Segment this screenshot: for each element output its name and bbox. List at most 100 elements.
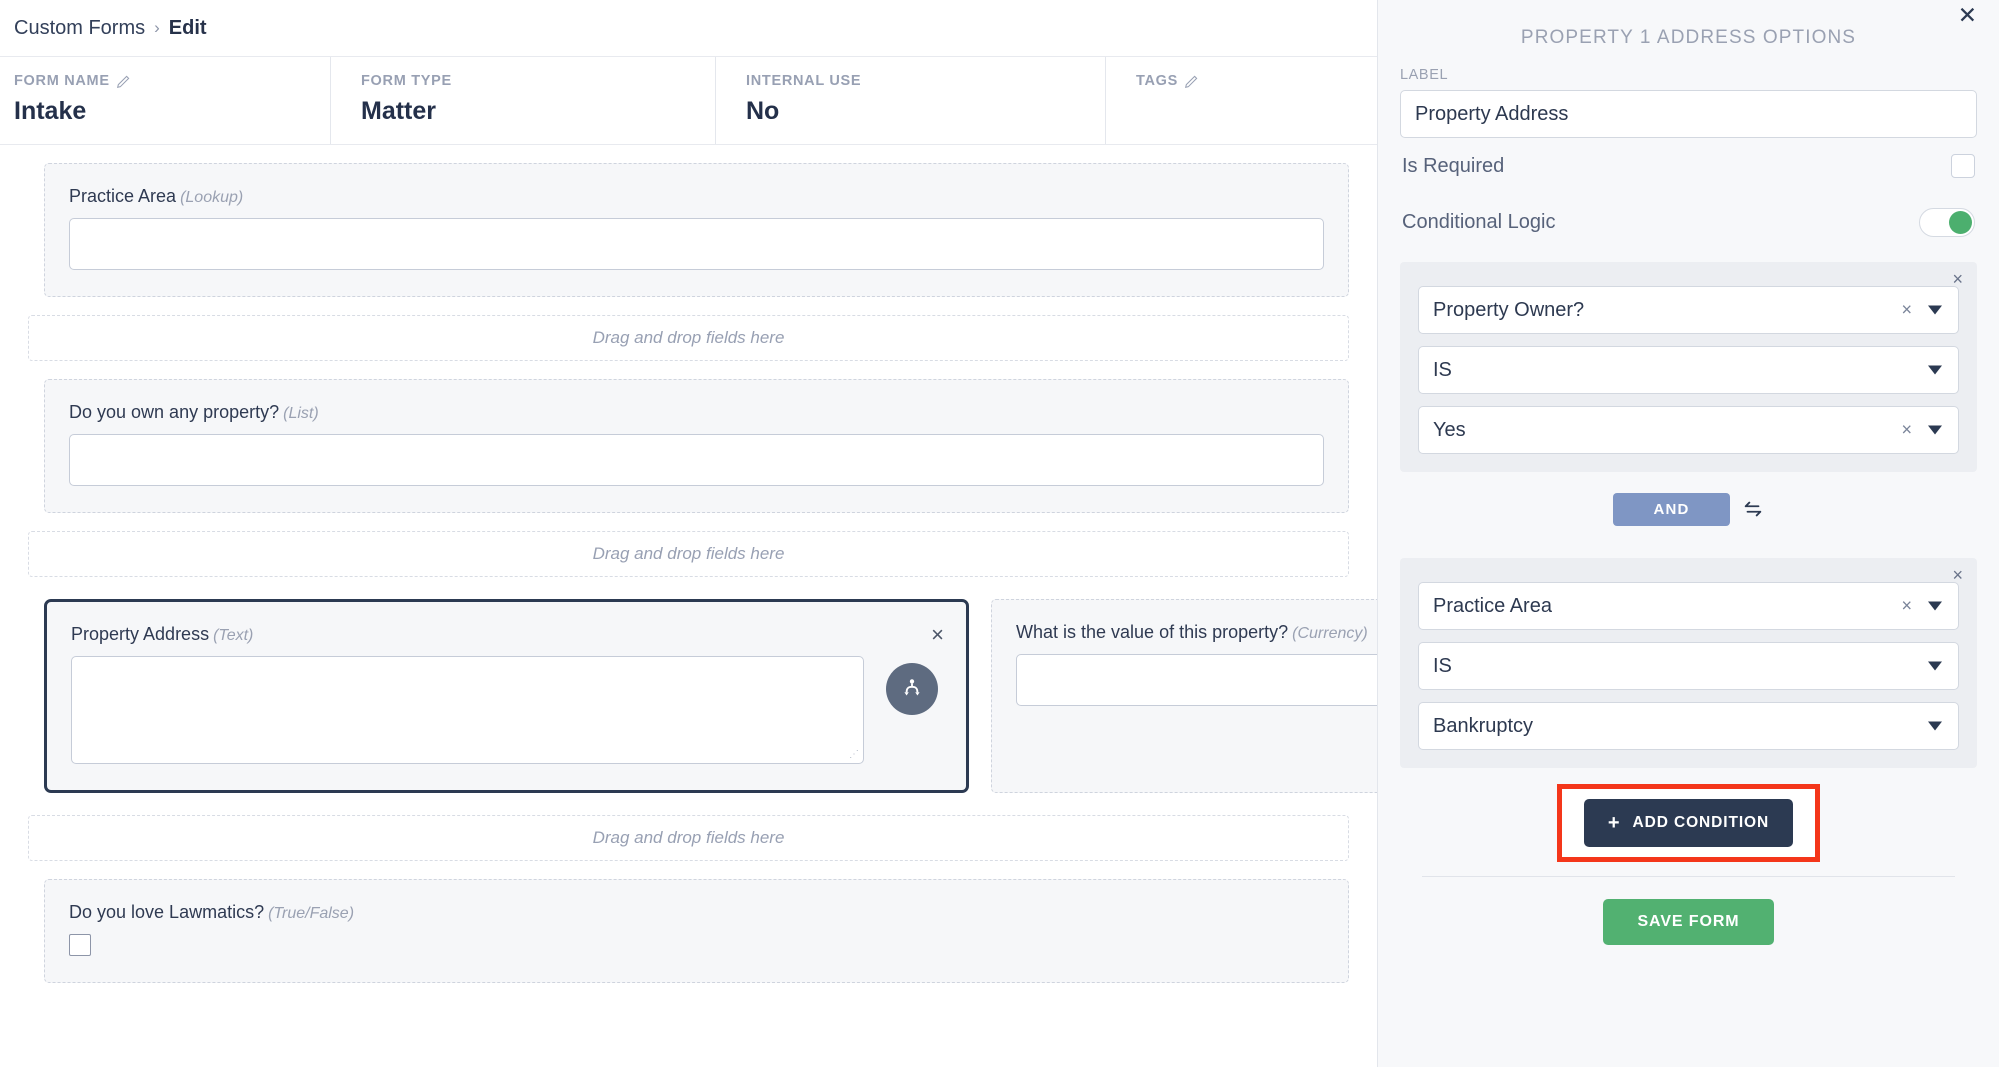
- conditional-logic-branch-icon[interactable]: [886, 663, 938, 715]
- save-form-button[interactable]: SAVE FORM: [1603, 899, 1774, 945]
- meta-form-name-value: Intake: [14, 97, 87, 125]
- condition-field-value: Practice Area: [1433, 594, 1552, 617]
- clear-icon[interactable]: ×: [1901, 300, 1912, 321]
- resize-handle[interactable]: ⋰: [849, 750, 859, 760]
- add-condition-button[interactable]: + ADD CONDITION: [1583, 799, 1794, 847]
- add-condition-highlight: + ADD CONDITION: [1556, 784, 1821, 862]
- breadcrumb-root-link[interactable]: Custom Forms: [14, 17, 145, 40]
- option-conditional-logic: Conditional Logic: [1400, 194, 1977, 250]
- add-condition-wrap: + ADD CONDITION: [1400, 784, 1977, 862]
- custom-form-editor: Custom Forms › Edit FORM NAME Intake FOR…: [0, 0, 1999, 1067]
- panel-footer: SAVE FORM: [1422, 876, 1955, 945]
- toggle-knob: [1949, 210, 1972, 234]
- love-lawmatics-checkbox[interactable]: [69, 934, 91, 956]
- condition-value-value: Yes: [1433, 418, 1466, 441]
- field-label-text: Practice Area: [69, 186, 177, 206]
- field-type-text: (True/False): [268, 905, 355, 922]
- condition-conjunction: AND: [1400, 472, 1977, 546]
- clear-icon[interactable]: ×: [1901, 420, 1912, 441]
- chevron-down-icon[interactable]: [1928, 425, 1942, 435]
- meta-form-name: FORM NAME Intake: [0, 57, 330, 144]
- form-field-practice-area[interactable]: Practice Area (Lookup): [44, 163, 1349, 297]
- dropzone-text: Drag and drop fields here: [592, 828, 785, 847]
- label-caption: LABEL: [1400, 67, 1449, 83]
- chevron-down-icon[interactable]: [1928, 661, 1942, 671]
- meta-internal-use: INTERNAL USE No: [715, 57, 1105, 144]
- field-label: Practice Area (Lookup): [69, 186, 1324, 207]
- form-canvas: Practice Area (Lookup) Drag and drop fiel…: [0, 163, 1617, 983]
- meta-form-name-label-text: FORM NAME: [14, 73, 110, 89]
- close-icon[interactable]: ✕: [1958, 4, 1977, 27]
- option-label: Is Required: [1402, 154, 1505, 177]
- panel-title: PROPERTY 1 ADDRESS OPTIONS: [1520, 27, 1857, 48]
- dropzone-text: Drag and drop fields here: [592, 544, 785, 563]
- form-builder-main: Custom Forms › Edit FORM NAME Intake FOR…: [0, 0, 1617, 1067]
- chevron-down-icon[interactable]: [1928, 365, 1942, 375]
- pencil-icon[interactable]: [1185, 74, 1199, 88]
- meta-tags-label: TAGS: [1136, 73, 1375, 89]
- condition-value-select[interactable]: Bankruptcy: [1418, 702, 1959, 750]
- condition-operator-value: IS: [1433, 654, 1452, 677]
- meta-form-type: FORM TYPE Matter: [330, 57, 715, 144]
- form-field-love-lawmatics[interactable]: Do you love Lawmatics? (True/False): [44, 879, 1349, 983]
- own-property-input[interactable]: [69, 434, 1324, 486]
- practice-area-input[interactable]: [69, 218, 1324, 270]
- field-type-text: (Text): [213, 627, 254, 644]
- add-condition-label: ADD CONDITION: [1632, 814, 1770, 831]
- condition-value-select[interactable]: Yes ×: [1418, 406, 1959, 454]
- field-label: Property Address (Text): [71, 624, 942, 645]
- field-label: Do you love Lawmatics? (True/False): [69, 902, 1324, 923]
- dropzone-2[interactable]: Drag and drop fields here: [28, 531, 1349, 577]
- condition-value-value: Bankruptcy: [1433, 714, 1534, 737]
- breadcrumb: Custom Forms › Edit: [0, 0, 1377, 57]
- meta-tags: TAGS: [1105, 57, 1375, 144]
- field-type-text: (Currency): [1292, 625, 1368, 642]
- meta-form-name-label: FORM NAME: [14, 73, 330, 89]
- is-required-checkbox[interactable]: [1951, 154, 1975, 178]
- pencil-icon[interactable]: [116, 74, 131, 88]
- field-label-text: Do you love Lawmatics?: [69, 902, 265, 922]
- condition-operator-value: IS: [1433, 358, 1452, 381]
- dropzone-3[interactable]: Drag and drop fields here: [28, 815, 1349, 861]
- form-meta-row: FORM NAME Intake FORM TYPE Matter INTERN…: [0, 57, 1377, 145]
- chevron-down-icon[interactable]: [1928, 601, 1942, 611]
- form-field-row: × Property Address (Text) ⋰ What is the …: [0, 599, 1617, 793]
- meta-internal-use-value: No: [746, 97, 780, 125]
- and-toggle-button[interactable]: AND: [1613, 492, 1730, 526]
- clear-icon[interactable]: ×: [1901, 596, 1912, 617]
- dropzone-text: Drag and drop fields here: [592, 328, 785, 347]
- label-input[interactable]: [1400, 90, 1977, 138]
- meta-internal-use-label: INTERNAL USE: [746, 73, 862, 89]
- field-type-text: (Lookup): [180, 189, 244, 206]
- field-type-text: (List): [283, 405, 319, 422]
- conditional-logic-toggle[interactable]: [1919, 207, 1975, 237]
- condition-operator-select[interactable]: IS: [1418, 346, 1959, 394]
- option-is-required: Is Required: [1400, 138, 1977, 194]
- condition-field-select[interactable]: Property Owner? ×: [1418, 286, 1959, 334]
- swap-arrows-icon[interactable]: [1742, 498, 1764, 520]
- condition-field-select[interactable]: Practice Area ×: [1418, 582, 1959, 630]
- condition-operator-select[interactable]: IS: [1418, 642, 1959, 690]
- breadcrumb-current: Edit: [168, 16, 207, 39]
- condition-group-2: × Practice Area × IS Bankruptcy: [1400, 558, 1977, 768]
- chevron-down-icon[interactable]: [1928, 721, 1942, 731]
- meta-tags-label-text: TAGS: [1136, 73, 1179, 89]
- plus-icon: +: [1607, 812, 1621, 834]
- field-label-text: Property Address: [71, 624, 210, 644]
- condition-field-value: Property Owner?: [1433, 298, 1585, 321]
- field-label-text: Do you own any property?: [69, 402, 280, 422]
- remove-field-button[interactable]: ×: [931, 624, 944, 646]
- chevron-down-icon[interactable]: [1928, 305, 1942, 315]
- field-label: Do you own any property? (List): [69, 402, 1324, 423]
- field-label-text: What is the value of this property?: [1016, 622, 1289, 642]
- panel-body: LABEL Is Required Conditional Logic × Pr…: [1378, 49, 1999, 945]
- property-address-textarea[interactable]: ⋰: [71, 656, 864, 764]
- form-field-property-address[interactable]: × Property Address (Text) ⋰: [44, 599, 969, 793]
- dropzone-1[interactable]: Drag and drop fields here: [28, 315, 1349, 361]
- meta-form-type-value: Matter: [361, 97, 437, 125]
- option-label: Conditional Logic: [1402, 210, 1556, 233]
- condition-group-1: × Property Owner? × IS Yes ×: [1400, 262, 1977, 472]
- form-field-own-property[interactable]: Do you own any property? (List): [44, 379, 1349, 513]
- breadcrumb-separator-icon: ›: [154, 18, 160, 37]
- meta-form-type-label: FORM TYPE: [361, 73, 452, 89]
